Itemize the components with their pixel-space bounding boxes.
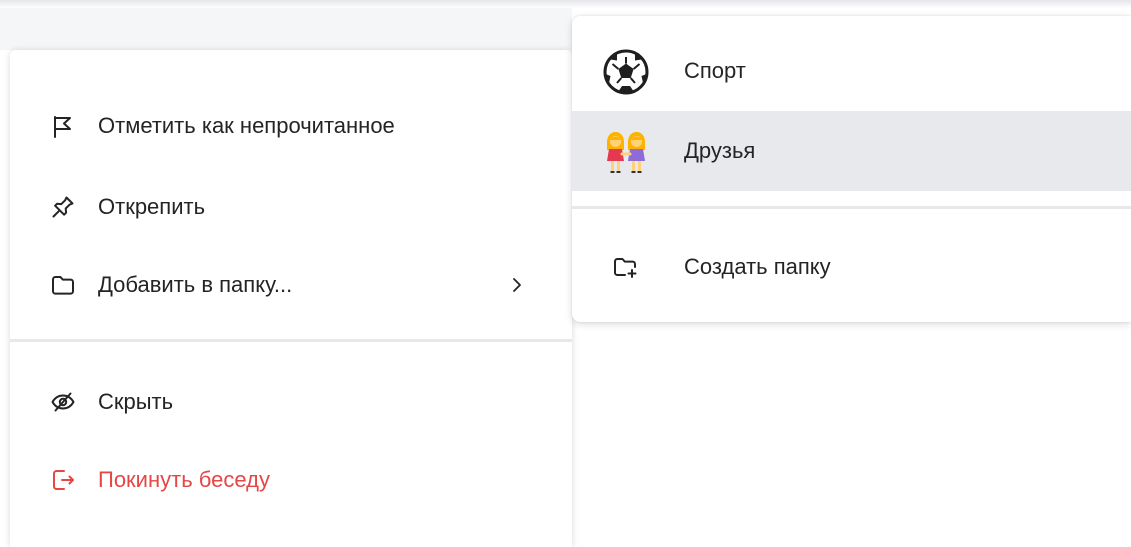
folder-item-friends[interactable]: Друзья (572, 111, 1131, 191)
leave-conversation-menu-item[interactable]: Покинуть беседу (10, 450, 572, 510)
context-menu: Отметить как непрочитанное Открепить Доб… (10, 50, 572, 547)
folder-label-sport: Спорт (684, 58, 746, 83)
soccer-ball-icon (602, 48, 650, 96)
folder-icon (50, 272, 76, 298)
add-to-folder-menu-item[interactable]: Добавить в папку... (10, 255, 572, 315)
unpin-menu-item[interactable]: Открепить (10, 177, 572, 237)
leave-icon (50, 467, 76, 493)
folder-label-friends: Друзья (684, 138, 756, 163)
folder-item-sport[interactable]: Спорт (572, 31, 1131, 111)
folder-submenu: Спорт Друзья Создать папку (572, 16, 1131, 322)
unpin-label: Открепить (98, 194, 206, 219)
submenu-divider (572, 206, 1131, 209)
folder-add-icon (612, 254, 638, 280)
create-folder-item[interactable]: Создать папку (572, 227, 1131, 307)
eye-crossed-icon (50, 389, 76, 415)
hide-label: Скрыть (98, 389, 174, 414)
add-to-folder-label: Добавить в папку... (98, 272, 293, 297)
menu-divider (10, 339, 572, 342)
unpin-icon (50, 194, 76, 220)
two-women-icon (602, 128, 650, 176)
flag-icon (50, 113, 76, 139)
leave-conversation-label: Покинуть беседу (98, 467, 270, 492)
mark-unread-label: Отметить как непрочитанное (98, 113, 395, 138)
window-top-border (0, 0, 1131, 8)
chevron-right-icon (504, 272, 530, 298)
hide-menu-item[interactable]: Скрыть (10, 372, 572, 432)
background-strip (0, 8, 572, 50)
create-folder-label: Создать папку (684, 254, 831, 279)
mark-unread-menu-item[interactable]: Отметить как непрочитанное (10, 96, 572, 156)
